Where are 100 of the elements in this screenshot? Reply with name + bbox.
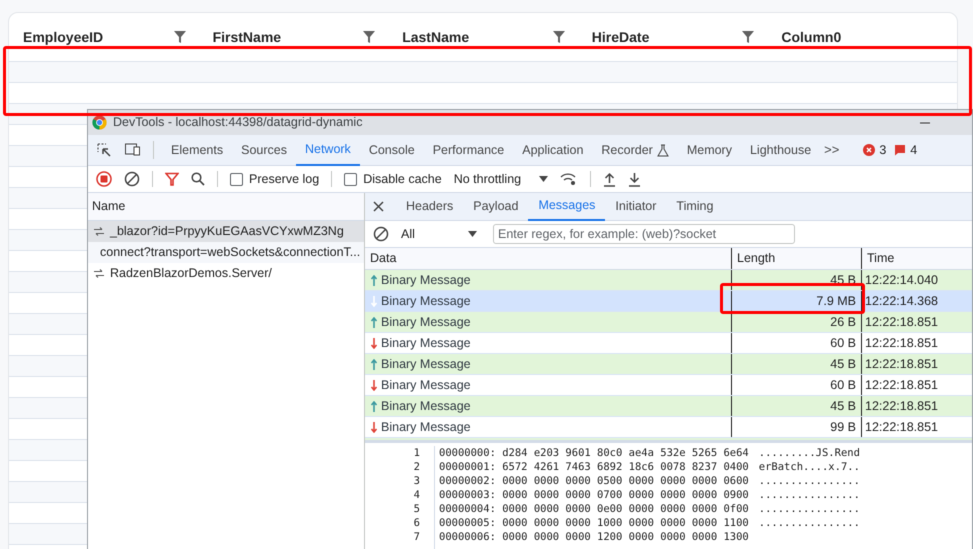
message-length: 99 B (830, 418, 856, 436)
column-header[interactable]: Data (365, 248, 731, 269)
message-data: Binary Message (381, 376, 471, 394)
ascii-text: ................ (758, 502, 860, 516)
message-data: Binary Message (381, 334, 471, 352)
message-length: 45 B (830, 356, 856, 373)
message-data: Binary Message (381, 398, 471, 415)
line-number: 5 (414, 502, 420, 516)
detail-tab[interactable]: Messages (528, 192, 606, 220)
hex-bytes: 00000004: 0000 0000 0000 0e00 0000 0000 0000 0f00 (439, 502, 749, 516)
panel-tab[interactable]: Recorder (592, 134, 678, 166)
detail-tab[interactable]: Payload (463, 192, 528, 220)
message-time: 12:22:18.851 (865, 418, 938, 436)
request-name: RadzenBlazorDemos.Server/ (110, 265, 272, 282)
issue-count[interactable]: 4 (910, 140, 918, 160)
line-number: 1 (414, 446, 420, 460)
filter-icon[interactable] (172, 30, 187, 44)
column-header[interactable]: Time (861, 248, 972, 269)
message-time: 12:22:18.851 (865, 376, 938, 394)
column-header[interactable]: LastName (402, 26, 470, 48)
column-header[interactable]: FirstName (212, 26, 282, 48)
caret-icon (468, 231, 477, 237)
clear-icon[interactable] (373, 226, 389, 242)
column-header[interactable]: Length (731, 248, 861, 269)
message-length: 45 B (830, 398, 856, 415)
ascii-text: .........JS.Rend (758, 446, 860, 460)
panel-tab[interactable]: Elements (162, 134, 232, 166)
websocket-icon (94, 227, 104, 236)
panel-tab[interactable]: Performance (424, 134, 514, 166)
checkbox[interactable] (344, 172, 358, 186)
ascii-text: erBatch....x.7.. (758, 460, 860, 474)
message-data: Binary Message (381, 314, 471, 331)
window-title: DevTools - localhost:44398/datagrid-dynamic (113, 114, 362, 132)
message-row[interactable]: Binary Message 45 B 12:22:18.851 (365, 354, 972, 375)
message-length: 60 B (830, 376, 856, 394)
hex-bytes: 00000003: 0000 0000 0000 0700 0000 0000 0000 0900 (439, 488, 749, 502)
clear-icon[interactable] (124, 171, 140, 187)
panel-tab[interactable]: Application (513, 134, 592, 166)
message-row[interactable]: Binary Message 60 B 12:22:18.851 (365, 333, 972, 354)
line-number: 7 (414, 530, 420, 544)
panel-tab[interactable]: Console (360, 134, 424, 166)
websocket-icon (94, 269, 104, 278)
line-number: 4 (414, 488, 420, 502)
line-number: 2 (414, 460, 420, 474)
request-row[interactable]: _blazor?id=PrpyyKuEGAasVCYxwMZ3Ng (88, 221, 364, 242)
ascii-text: ................ (758, 488, 860, 502)
inspect-icon[interactable] (96, 142, 112, 158)
hex-bytes: 00000000: d284 e203 9601 80c0 ae4a 532e 5265 6e64 (439, 446, 749, 460)
message-length: 26 B (830, 314, 856, 331)
checkbox[interactable] (230, 172, 243, 186)
message-row[interactable]: Binary Message 7.9 MB 12:22:14.368 (365, 291, 972, 312)
message-type-dropdown[interactable]: All (401, 224, 481, 244)
panel-tab[interactable]: Network (296, 134, 360, 166)
message-time: 12:22:18.851 (865, 398, 938, 415)
throttling-dropdown[interactable]: No throttling (454, 170, 548, 188)
filter-icon[interactable] (552, 30, 566, 44)
hex-bytes: 00000006: 0000 0000 0000 1200 0000 0000 0000 1300 (439, 530, 749, 544)
message-row[interactable]: Binary Message 45 B 12:22:18.851 (365, 396, 972, 417)
detail-tab[interactable]: Timing (666, 192, 724, 220)
message-data: Binary Message (381, 292, 471, 310)
message-row[interactable]: Binary Message 60 B 12:22:18.851 (365, 375, 972, 396)
browser-logo-icon (92, 115, 107, 130)
hex-bytes: 00000005: 0000 0000 0000 1000 0000 0000 0000 1100 (439, 516, 749, 530)
message-length: 7.9 MB (816, 292, 856, 310)
request-name: connect?transport=webSockets&connectionT... (100, 244, 360, 262)
message-data: Binary Message (381, 272, 471, 289)
name-column-header[interactable]: Name (88, 193, 364, 221)
hex-bytes: 00000001: 6572 4261 7463 6892 18c6 0078 8237 0400 (439, 460, 749, 474)
ascii-text: ................ (758, 474, 860, 488)
ascii-text: ................ (758, 516, 860, 530)
upload-icon[interactable] (603, 172, 616, 186)
filter-icon[interactable] (362, 30, 376, 44)
error-icon[interactable] (863, 144, 876, 156)
request-row[interactable]: connect?transport=webSockets&connectionT... (88, 242, 364, 263)
search-icon[interactable] (191, 172, 205, 186)
checkbox-label: Preserve log (249, 170, 320, 188)
close-icon[interactable] (373, 201, 384, 212)
panel-tab[interactable]: Memory (678, 134, 741, 166)
download-icon[interactable] (628, 172, 642, 186)
regex-filter-field[interactable]: Enter regex, for example: (web)?socket (493, 224, 795, 244)
filter-icon[interactable] (741, 30, 756, 44)
flask-icon (656, 144, 669, 156)
message-row[interactable]: Binary Message 99 B 12:22:18.851 (365, 417, 972, 438)
message-row[interactable]: Binary Message 26 B 12:22:18.851 (365, 312, 972, 333)
filter-icon[interactable] (165, 172, 179, 186)
message-time: 12:22:18.851 (865, 314, 938, 331)
panel-tab[interactable]: Lighthouse (740, 134, 820, 166)
message-data: Binary Message (381, 356, 471, 373)
panel-tab[interactable]: Sources (232, 134, 296, 166)
record-icon[interactable] (96, 171, 112, 187)
checkbox-label: Disable cache (363, 170, 442, 188)
column-header[interactable]: Column0 (781, 26, 842, 48)
device-icon[interactable] (124, 142, 141, 158)
column-header[interactable]: HireDate (592, 26, 650, 48)
error-count[interactable]: 3 (879, 140, 886, 160)
detail-tab[interactable]: Headers (396, 192, 464, 220)
column-header[interactable]: EmployeeID (23, 26, 104, 48)
more-tabs-button[interactable]: >> (820, 140, 844, 160)
detail-tab[interactable]: Initiator (605, 192, 666, 220)
line-number: 3 (414, 474, 420, 488)
